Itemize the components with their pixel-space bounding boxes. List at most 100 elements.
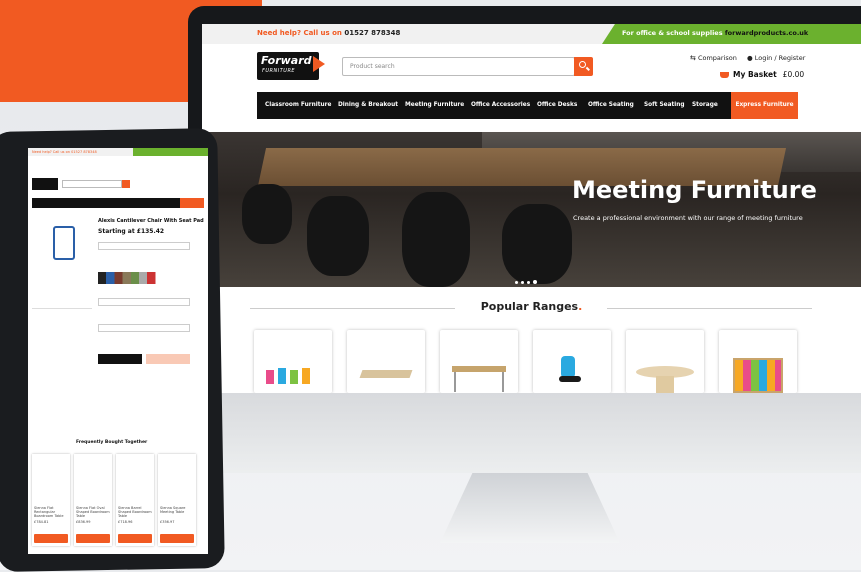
login-link[interactable]: ● Login / Register [747, 54, 805, 62]
supplies-banner[interactable]: For office & school supplies forwardprod… [602, 24, 861, 44]
range-image [359, 370, 413, 378]
tablet-product-title: Alexis Cantilever Chair With Seat Pad [98, 218, 204, 224]
nav-desks[interactable]: Office Desks [537, 102, 577, 108]
range-image [733, 358, 783, 393]
tablet-price: Starting at £135.42 [98, 228, 165, 235]
tablet-colour-swatches[interactable] [98, 272, 180, 284]
search-icon [579, 61, 586, 68]
tablet-product-card[interactable]: Sienna Barrel Shaped Boardroom Table £718… [116, 454, 154, 546]
logo-text: Forward [261, 54, 312, 67]
tablet-nav-express[interactable] [180, 198, 204, 208]
tablet-help: Need help? Call us on 01527 878348 [32, 150, 97, 154]
tablet-option-select[interactable] [98, 298, 190, 306]
carousel-dot-active[interactable] [533, 280, 537, 284]
tablet-nav [32, 198, 204, 208]
tablet-description [32, 308, 92, 368]
comparison-label: Comparison [697, 54, 737, 62]
help-text: Need help? Call us on [257, 29, 342, 37]
carousel-dot[interactable] [515, 281, 518, 284]
range-card[interactable] [347, 330, 425, 393]
nav-express[interactable]: Express Furniture [731, 92, 798, 119]
search-placeholder: Product search [350, 63, 395, 70]
range-image [452, 366, 506, 372]
tablet-product-image[interactable] [53, 226, 75, 260]
tablet-product-card[interactable]: Sienna Square Meeting Table £356.97 [158, 454, 196, 546]
user-icon: ● [747, 54, 753, 62]
nav-storage[interactable]: Storage [692, 102, 718, 108]
range-image [454, 372, 456, 392]
tablet-product-price: £718.96 [118, 520, 133, 524]
search-input[interactable]: Product search [342, 57, 575, 76]
tablet-product-name: Sienna Barrel Shaped Boardroom Table [118, 506, 152, 518]
main-nav: Classroom Furniture Dining & Breakout Me… [257, 92, 798, 119]
tablet-product-card[interactable]: Sienna Flat Oval Shaped Boardroom Table £… [74, 454, 112, 546]
compare-icon: ⇆ [690, 54, 696, 62]
tablet-green-bar [133, 148, 208, 156]
tablet-search-button[interactable] [122, 180, 130, 188]
range-image [302, 368, 310, 384]
basket[interactable]: My Basket £0.00 [720, 70, 804, 79]
popular-title: Popular Ranges [480, 300, 579, 313]
tablet-add-to-basket[interactable] [160, 534, 194, 543]
tablet-product-price: £836.99 [76, 520, 91, 524]
desktop-screen: Need help? Call us on 01527 878348 For o… [202, 24, 861, 393]
tablet-screen: Need help? Call us on 01527 878348 Alexi… [28, 148, 208, 554]
logo[interactable]: Forward FURNITURE [257, 52, 325, 80]
range-image [266, 370, 274, 384]
monitor-chin [188, 393, 861, 473]
nav-accessories[interactable]: Office Accessories [471, 102, 530, 108]
tablet-product-price: £784.81 [34, 520, 49, 524]
basket-label: My Basket [733, 70, 777, 79]
range-image [656, 376, 674, 393]
basket-icon [720, 72, 729, 78]
range-image [561, 356, 575, 378]
nav-meeting[interactable]: Meeting Furniture [405, 102, 464, 108]
tablet-product-name: Sienna Flat Oval Shaped Boardroom Table [76, 506, 110, 518]
range-image [290, 370, 298, 384]
nav-seating[interactable]: Office Seating [588, 102, 634, 108]
range-image [278, 368, 286, 384]
tablet-frequently-title: Frequently Bought Together [76, 440, 148, 445]
logo-subtext: FURNITURE [262, 68, 296, 74]
comparison-link[interactable]: ⇆ Comparison [690, 54, 737, 62]
tablet-add-to-basket[interactable] [34, 534, 68, 543]
tablet-size-select[interactable] [98, 242, 190, 250]
range-card[interactable] [533, 330, 611, 393]
tablet-add-button[interactable] [146, 354, 190, 364]
hero-title: Meeting Furniture [572, 176, 817, 204]
tablet-add-to-basket[interactable] [118, 534, 152, 543]
supplies-link[interactable]: forwardproducts.co.uk [725, 29, 808, 37]
search-button[interactable] [574, 57, 593, 76]
range-card[interactable] [254, 330, 332, 393]
tablet-compare-button[interactable] [98, 354, 142, 364]
tablet-logo[interactable] [32, 178, 58, 190]
tablet-product-name: Sienna Flat Rectangular Boardroom Table [34, 506, 64, 518]
login-label: Login / Register [754, 54, 806, 62]
tablet-option-select[interactable] [98, 324, 190, 332]
logo-arrow-icon [313, 56, 325, 72]
top-bar: Need help? Call us on 01527 878348 For o… [202, 24, 861, 44]
nav-classroom[interactable]: Classroom Furniture [265, 102, 331, 108]
nav-soft-seating[interactable]: Soft Seating [644, 102, 685, 108]
carousel-dot[interactable] [521, 281, 524, 284]
nav-dining[interactable]: Dining & Breakout [338, 102, 398, 108]
phone-number[interactable]: 01527 878348 [344, 29, 400, 37]
help-line: Need help? Call us on 01527 878348 [257, 29, 400, 37]
range-card[interactable] [719, 330, 797, 393]
range-card[interactable] [440, 330, 518, 393]
tablet-search-input[interactable] [62, 180, 122, 188]
hero-chair-image [402, 192, 470, 287]
carousel-dots[interactable] [515, 269, 540, 288]
range-image [502, 372, 504, 392]
tablet-product-price: £356.97 [160, 520, 175, 524]
hero-chair-image [242, 184, 292, 244]
tablet-product-card[interactable]: Sienna Flat Rectangular Boardroom Table £… [32, 454, 70, 546]
carousel-dot[interactable] [527, 281, 530, 284]
tablet-topbar: Need help? Call us on 01527 878348 [28, 148, 208, 156]
supplies-text: For office & school supplies [622, 29, 723, 37]
tablet-add-to-basket[interactable] [76, 534, 110, 543]
hero-chair-image [307, 196, 369, 276]
range-card[interactable] [626, 330, 704, 393]
hero-subtitle: Create a professional environment with o… [573, 214, 803, 222]
range-image [559, 376, 581, 382]
